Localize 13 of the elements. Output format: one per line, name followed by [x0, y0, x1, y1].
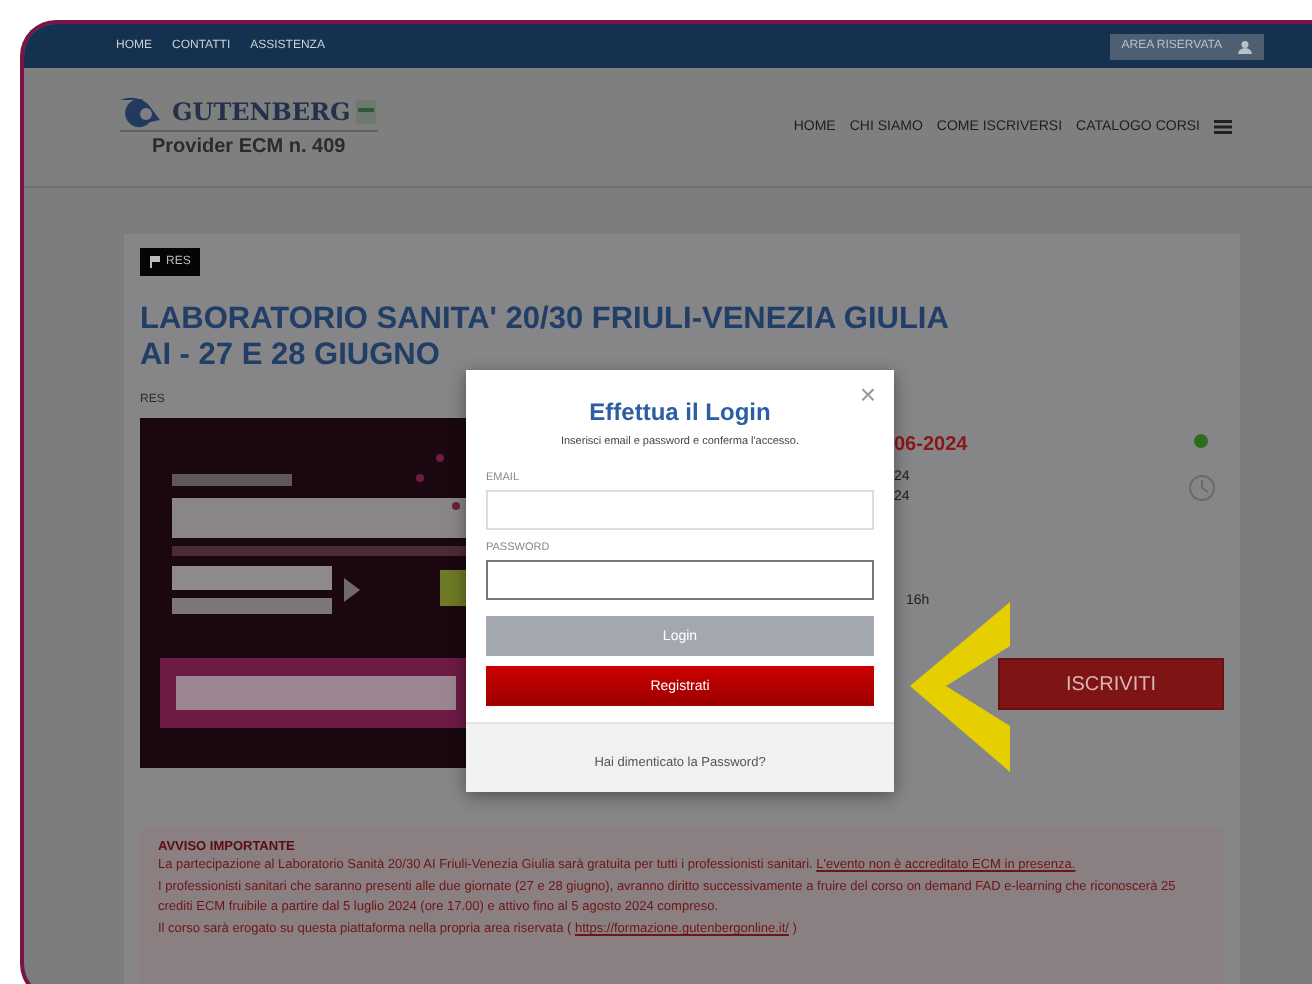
close-button[interactable]: ×	[859, 378, 876, 410]
course-date: 06-2024	[894, 434, 970, 456]
flag-icon	[150, 256, 160, 268]
dialog-title: Effettua il Login	[587, 398, 773, 426]
provider-text: Provider ECM n. 409	[152, 136, 346, 158]
seal-icon	[354, 98, 379, 126]
enroll-button[interactable]: ISCRIVITI	[998, 658, 1224, 710]
clock-icon	[1188, 474, 1216, 502]
user-icon	[1238, 39, 1252, 53]
input-field[interactable]	[486, 560, 874, 600]
course-title: LABORATORIO SANITA' 20/30 FRIULI-VENEZIA GIULIA AI - 27 E 28 GIUGNO	[140, 302, 950, 374]
menu-icon[interactable]	[1214, 120, 1232, 134]
logo-text: GUTENBERG	[172, 98, 351, 126]
